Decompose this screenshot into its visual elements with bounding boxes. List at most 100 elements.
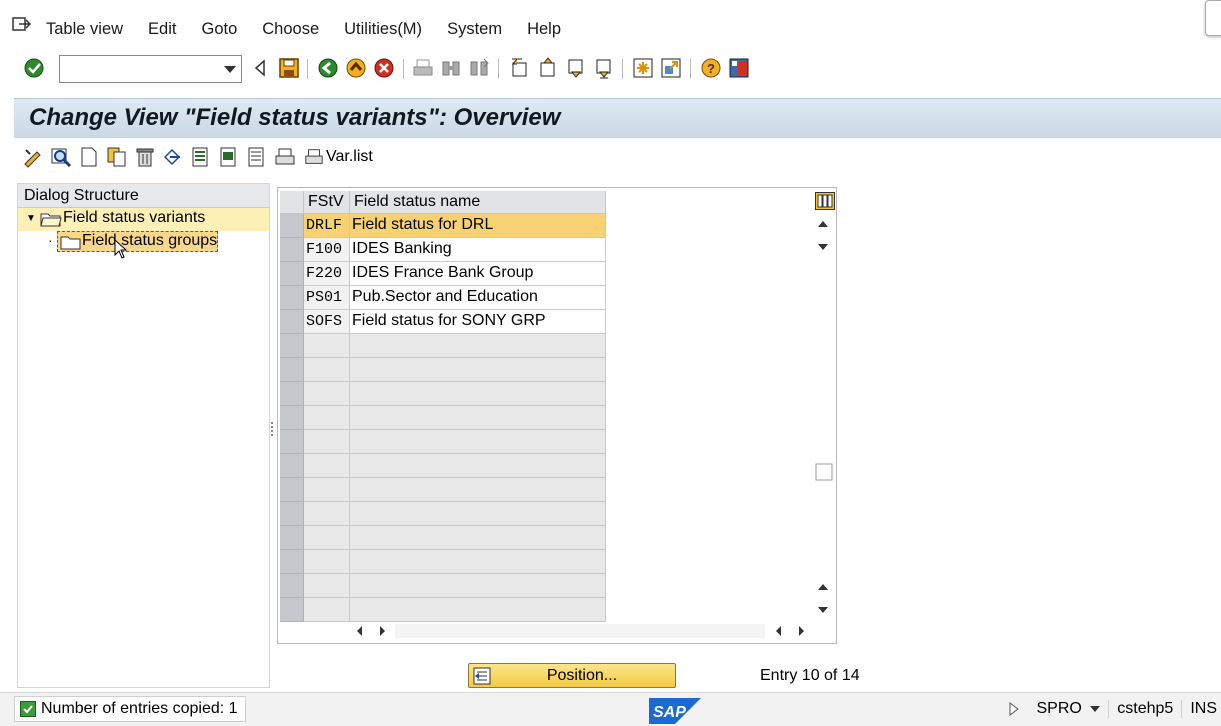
row-selector[interactable] <box>280 574 304 598</box>
select-block-icon[interactable] <box>218 146 240 168</box>
print-icon[interactable] <box>412 57 434 79</box>
cell-field-status-name[interactable]: Field status for SONY GRP <box>350 310 606 334</box>
column-header-field-status-name[interactable]: Field status name <box>350 191 606 214</box>
cancel-icon[interactable] <box>373 57 395 79</box>
cell-fstv[interactable]: F220 <box>304 262 350 286</box>
save-icon[interactable] <box>278 57 300 79</box>
menu-system[interactable]: System <box>447 20 502 39</box>
cell-fstv[interactable] <box>304 598 350 622</box>
cell-field-status-name[interactable] <box>350 478 606 502</box>
cell-fstv[interactable]: PS01 <box>304 286 350 310</box>
transaction-code[interactable]: SPRO <box>1028 700 1108 718</box>
find-next-icon[interactable] <box>468 57 490 79</box>
next-page-icon[interactable] <box>564 57 586 79</box>
row-selector[interactable] <box>280 526 304 550</box>
expand-arrow-icon[interactable]: ▼ <box>26 213 36 224</box>
cell-field-status-name[interactable] <box>350 358 606 382</box>
menu-help[interactable]: Help <box>527 20 561 39</box>
cell-fstv[interactable] <box>304 382 350 406</box>
row-selector[interactable] <box>280 286 304 310</box>
exit-icon[interactable] <box>345 57 367 79</box>
row-selector[interactable] <box>280 334 304 358</box>
display-change-icon[interactable] <box>22 146 44 168</box>
row-selector[interactable] <box>280 478 304 502</box>
row-selector[interactable] <box>280 598 304 622</box>
cell-fstv[interactable] <box>304 526 350 550</box>
position-button[interactable]: Position... <box>468 663 676 688</box>
window-control-button[interactable] <box>1205 0 1221 36</box>
cell-field-status-name[interactable] <box>350 406 606 430</box>
var-list-button[interactable]: Var.list <box>304 147 373 167</box>
enter-icon[interactable] <box>23 57 45 79</box>
menu-icon[interactable] <box>12 17 32 33</box>
new-entries-icon[interactable] <box>78 146 100 168</box>
cell-fstv[interactable] <box>304 550 350 574</box>
menu-edit[interactable]: Edit <box>148 20 176 39</box>
row-selector[interactable] <box>280 550 304 574</box>
shortcut-icon[interactable] <box>660 57 682 79</box>
delete-icon[interactable] <box>134 146 156 168</box>
row-selector[interactable] <box>280 310 304 334</box>
row-selector[interactable] <box>280 430 304 454</box>
cell-field-status-name[interactable]: IDES Banking <box>350 238 606 262</box>
print-view-icon[interactable] <box>274 146 296 168</box>
horizontal-scrollbar[interactable] <box>353 622 807 640</box>
cell-field-status-name[interactable] <box>350 454 606 478</box>
cell-field-status-name[interactable]: Pub.Sector and Education <box>350 286 606 310</box>
row-selector[interactable] <box>280 214 304 238</box>
back-icon[interactable] <box>317 57 339 79</box>
cell-field-status-name[interactable] <box>350 334 606 358</box>
cell-field-status-name[interactable] <box>350 382 606 406</box>
cell-fstv[interactable] <box>304 430 350 454</box>
cell-fstv[interactable] <box>304 502 350 526</box>
cell-field-status-name[interactable] <box>350 598 606 622</box>
deselect-all-icon[interactable] <box>246 146 268 168</box>
chevron-down-icon[interactable] <box>224 66 236 73</box>
command-field[interactable] <box>59 55 242 83</box>
cell-fstv[interactable]: F100 <box>304 238 350 262</box>
status-expand-icon[interactable] <box>1000 702 1028 716</box>
cell-fstv[interactable] <box>304 358 350 382</box>
display-icon[interactable] <box>50 146 72 168</box>
cell-field-status-name[interactable] <box>350 574 606 598</box>
tree-item-field-status-groups[interactable]: · Field status groups <box>18 231 269 259</box>
row-selector[interactable] <box>280 358 304 382</box>
tree-item-field-status-variants[interactable]: ▼ Field status variants <box>18 208 269 231</box>
menu-table-view[interactable]: Table view <box>46 20 123 39</box>
row-selector[interactable] <box>280 454 304 478</box>
cell-field-status-name[interactable]: IDES France Bank Group <box>350 262 606 286</box>
menu-goto[interactable]: Goto <box>201 20 237 39</box>
row-selector[interactable] <box>280 238 304 262</box>
insert-mode[interactable]: INS <box>1181 700 1221 718</box>
find-icon[interactable] <box>440 57 462 79</box>
status-message[interactable]: Number of entries copied: 1 <box>14 696 246 722</box>
select-all-icon[interactable] <box>190 146 212 168</box>
back-arrow-icon[interactable] <box>249 57 271 79</box>
cell-fstv[interactable] <box>304 334 350 358</box>
cell-fstv[interactable]: DRLF <box>304 214 350 238</box>
pane-splitter[interactable] <box>270 420 274 442</box>
create-session-icon[interactable] <box>632 57 654 79</box>
vertical-scrollbar[interactable] <box>811 214 835 618</box>
row-selector[interactable] <box>280 382 304 406</box>
select-all-rows-header[interactable] <box>280 191 304 214</box>
row-selector[interactable] <box>280 406 304 430</box>
row-selector[interactable] <box>280 262 304 286</box>
cell-fstv[interactable] <box>304 478 350 502</box>
chevron-down-icon[interactable] <box>1090 705 1101 712</box>
cell-field-status-name[interactable] <box>350 550 606 574</box>
cell-field-status-name[interactable] <box>350 430 606 454</box>
row-selector[interactable] <box>280 502 304 526</box>
cell-field-status-name[interactable] <box>350 526 606 550</box>
last-page-icon[interactable] <box>592 57 614 79</box>
cell-fstv[interactable]: SOFS <box>304 310 350 334</box>
focused-tree-item[interactable]: Field status groups <box>57 231 218 252</box>
cell-field-status-name[interactable] <box>350 502 606 526</box>
command-field-input[interactable] <box>60 56 210 82</box>
help-icon[interactable]: ? <box>700 57 722 79</box>
undo-change-icon[interactable] <box>162 146 184 168</box>
column-header-fstv[interactable]: FStV <box>304 191 350 214</box>
first-page-icon[interactable] <box>508 57 530 79</box>
menu-utilities[interactable]: Utilities(M) <box>344 20 422 39</box>
copy-as-icon[interactable] <box>106 146 128 168</box>
